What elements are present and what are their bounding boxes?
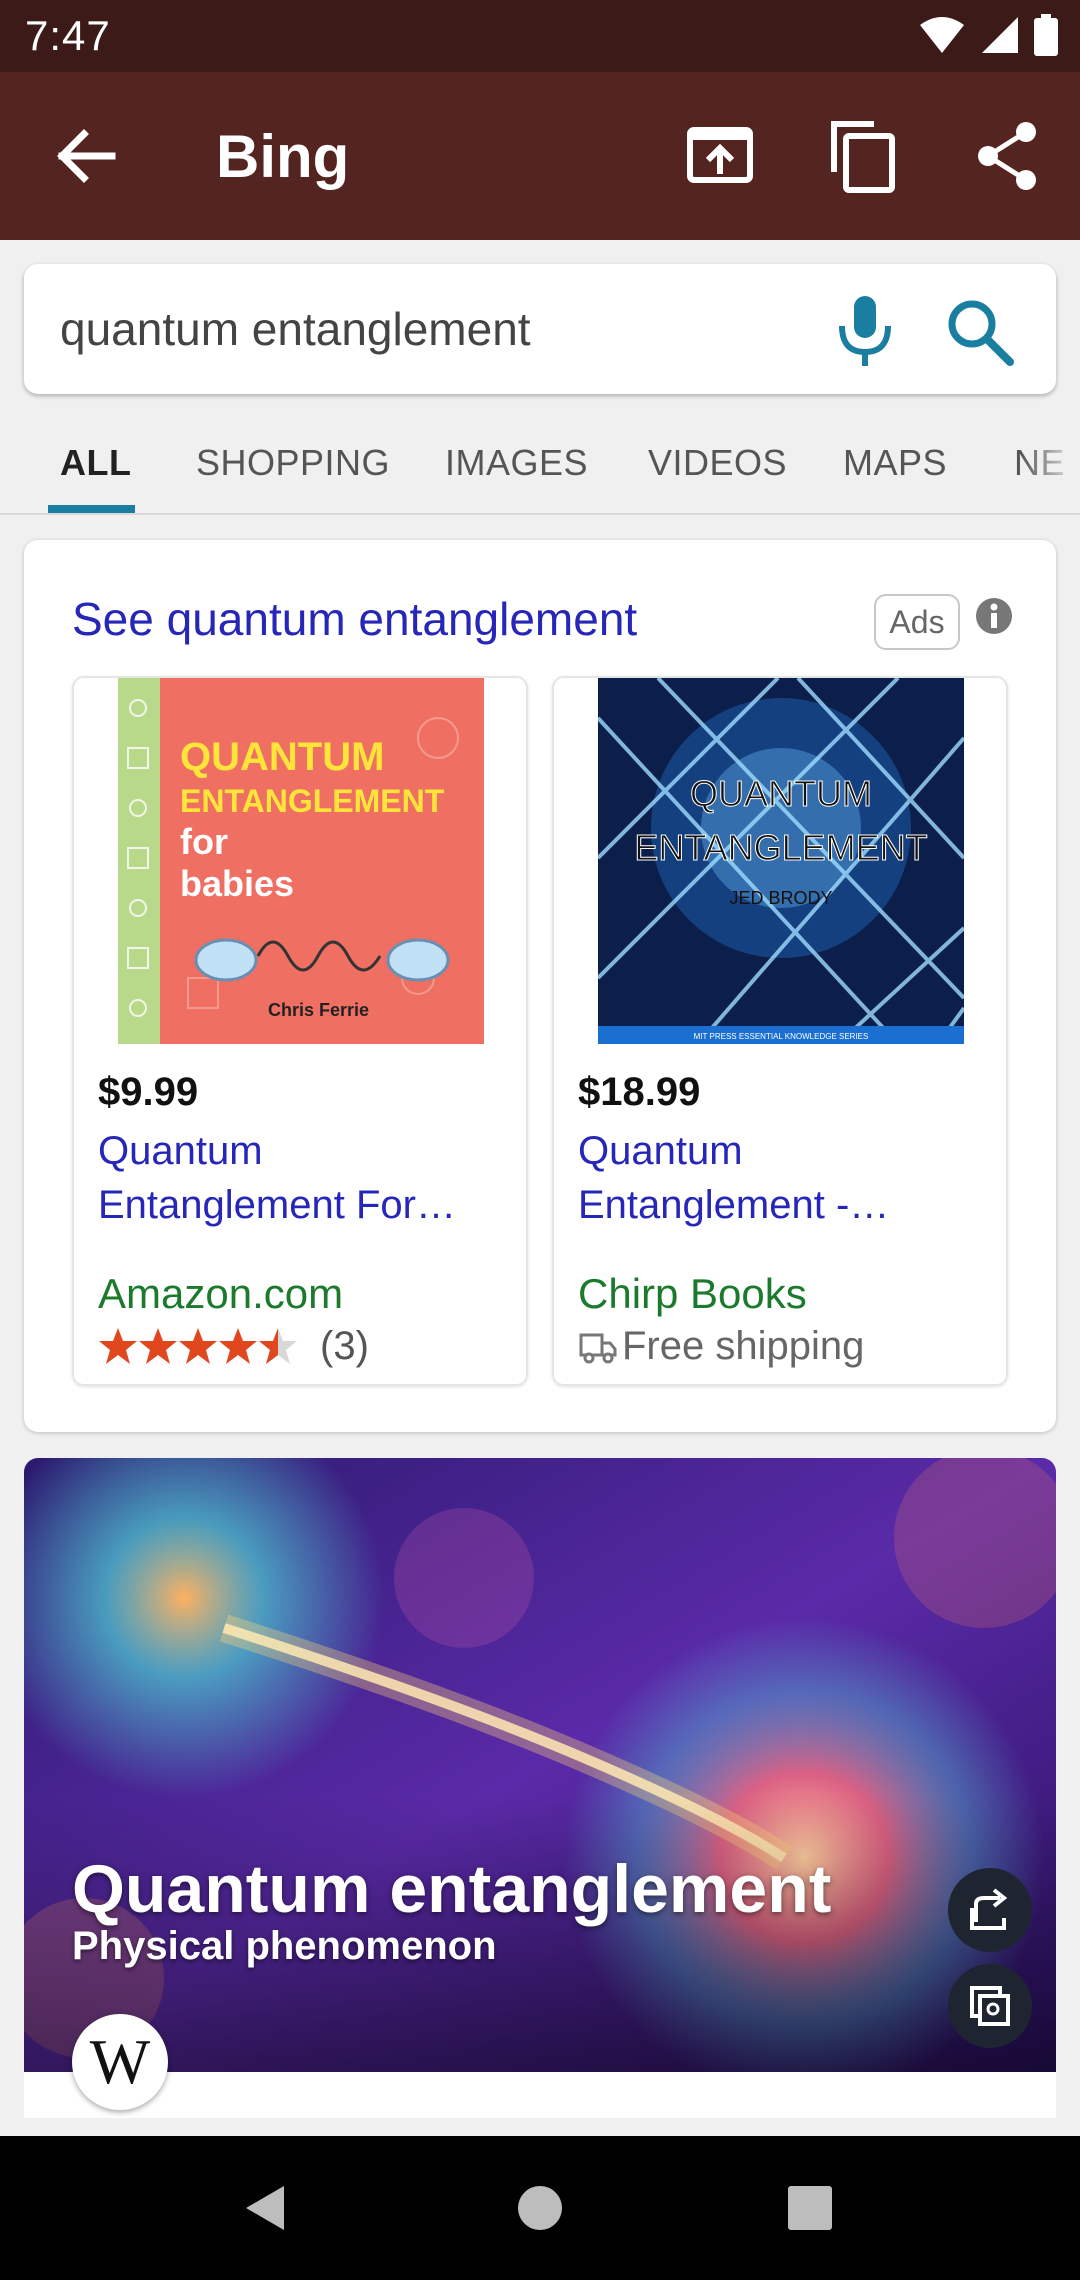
copy-icon[interactable] bbox=[826, 118, 902, 194]
nav-back-icon[interactable] bbox=[238, 2180, 294, 2236]
status-icons bbox=[918, 14, 1058, 56]
search-box[interactable]: quantum entanglement bbox=[24, 264, 1056, 394]
cover-text: ENTANGLEMENT bbox=[634, 827, 927, 868]
share-arrow-icon bbox=[970, 1888, 1008, 1930]
cover-text: babies bbox=[180, 863, 294, 904]
product-title-link[interactable]: Quantum Entanglement For… bbox=[98, 1124, 508, 1232]
share-icon[interactable] bbox=[970, 118, 1046, 194]
product-image[interactable]: QUANTUM ENTANGLEMENT JED BRODY MIT PRESS… bbox=[598, 678, 964, 1044]
back-arrow-icon[interactable] bbox=[50, 126, 120, 186]
signal-icon bbox=[982, 17, 1018, 53]
rating-count: (3) bbox=[320, 1323, 369, 1368]
nav-home-icon[interactable] bbox=[512, 2180, 568, 2236]
wiki-title[interactable]: Quantum entanglement bbox=[72, 1850, 831, 1928]
open-in-browser-icon[interactable] bbox=[682, 118, 758, 194]
tab-images[interactable]: IMAGES bbox=[445, 442, 588, 484]
cover-author: JED BRODY bbox=[729, 888, 832, 908]
active-tab-indicator bbox=[48, 505, 135, 513]
cover-text: QUANTUM bbox=[180, 735, 384, 779]
battery-icon bbox=[1034, 14, 1058, 56]
product-title-link[interactable]: Quantum Entanglement -… bbox=[578, 1124, 988, 1232]
wifi-icon bbox=[920, 17, 964, 53]
wiki-card[interactable]: Quantum entanglement Physical phenomenon… bbox=[24, 1458, 1056, 2118]
ads-title-link[interactable]: See quantum entanglement bbox=[72, 592, 637, 646]
wiki-subtitle: Physical phenomenon bbox=[72, 1924, 497, 1968]
cover-text: for bbox=[180, 821, 228, 862]
app-bar: Bing bbox=[0, 72, 1080, 240]
cover-author: Chris Ferrie bbox=[268, 1000, 369, 1020]
visual-search-icon bbox=[970, 1986, 1010, 2026]
ads-card: See quantum entanglement Ads QUANTUM ENT… bbox=[24, 540, 1056, 1432]
nav-recents-icon[interactable] bbox=[782, 2180, 838, 2236]
product-price: $9.99 bbox=[98, 1070, 199, 1114]
image-search-button[interactable] bbox=[948, 1964, 1032, 2048]
microphone-icon[interactable] bbox=[830, 292, 900, 368]
cover-series: MIT PRESS ESSENTIAL KNOWLEDGE SERIES bbox=[694, 1032, 869, 1041]
truck-icon bbox=[579, 1333, 617, 1363]
product-card[interactable]: QUANTUM ENTANGLEMENT for babies Chris Fe… bbox=[72, 676, 528, 1386]
product-seller[interactable]: Amazon.com bbox=[98, 1270, 343, 1318]
product-rating: (3) bbox=[98, 1324, 369, 1368]
product-price: $18.99 bbox=[578, 1070, 701, 1114]
shipping-text: Free shipping bbox=[622, 1324, 865, 1368]
shipping-info: Free shipping bbox=[578, 1324, 864, 1369]
app-title: Bing bbox=[216, 123, 350, 190]
search-tabs: ALL SHOPPING IMAGES VIDEOS MAPS NE bbox=[0, 420, 1080, 515]
tab-maps[interactable]: MAPS bbox=[843, 442, 947, 484]
share-button[interactable] bbox=[948, 1868, 1032, 1952]
search-input[interactable]: quantum entanglement bbox=[60, 302, 531, 356]
product-card[interactable]: QUANTUM ENTANGLEMENT JED BRODY MIT PRESS… bbox=[552, 676, 1008, 1386]
status-time: 7:47 bbox=[25, 12, 111, 59]
wikipedia-logo[interactable]: W bbox=[72, 2014, 168, 2110]
product-image[interactable]: QUANTUM ENTANGLEMENT for babies Chris Fe… bbox=[118, 678, 484, 1044]
tab-shopping[interactable]: SHOPPING bbox=[196, 442, 390, 484]
tab-videos[interactable]: VIDEOS bbox=[648, 442, 787, 484]
product-seller[interactable]: Chirp Books bbox=[578, 1270, 807, 1318]
tabs-fade bbox=[1020, 420, 1080, 513]
wiki-hero-image[interactable]: Quantum entanglement Physical phenomenon bbox=[24, 1458, 1056, 2072]
system-nav-bar bbox=[0, 2136, 1080, 2280]
star-rating-icon bbox=[99, 1328, 297, 1364]
cover-text: ENTANGLEMENT bbox=[180, 783, 445, 819]
tab-all[interactable]: ALL bbox=[60, 442, 131, 484]
info-icon[interactable] bbox=[974, 596, 1014, 636]
status-bar: 7:47 bbox=[0, 0, 1080, 72]
ads-badge: Ads bbox=[874, 594, 960, 650]
cover-text: QUANTUM bbox=[690, 773, 872, 814]
search-icon[interactable] bbox=[944, 296, 1016, 368]
